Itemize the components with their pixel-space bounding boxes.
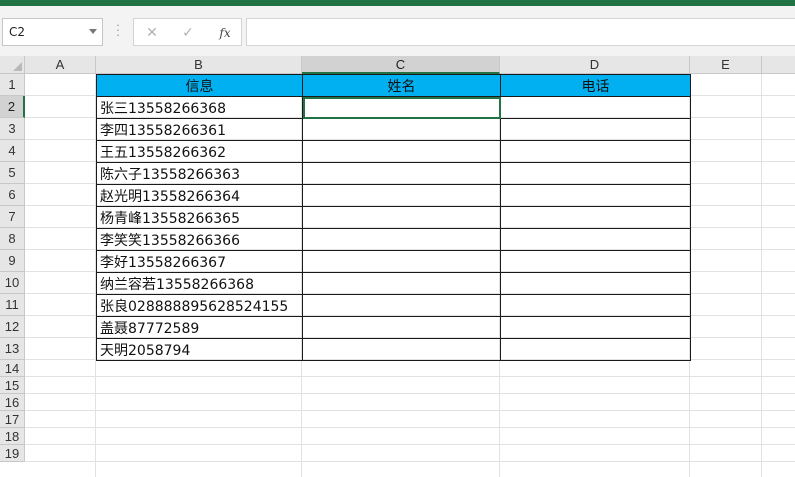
row-header-8[interactable]: 8 <box>0 228 25 250</box>
insert-function-icon[interactable]: fx <box>216 25 234 41</box>
table-row: 陈六子13558266363 <box>96 162 691 185</box>
row-header-16[interactable]: 16 <box>0 394 25 411</box>
row-header-15[interactable]: 15 <box>0 377 25 394</box>
chevron-down-icon[interactable] <box>89 29 97 34</box>
header-cell[interactable]: 信息 <box>96 74 303 97</box>
column-header-blank <box>762 56 795 74</box>
row-header-7[interactable]: 7 <box>0 206 25 228</box>
formula-buttons: ✕ ✓ fx <box>133 18 242 46</box>
row-header-19[interactable]: 19 <box>0 445 25 462</box>
row-header-9[interactable]: 9 <box>0 250 25 272</box>
select-all-icon <box>13 62 22 71</box>
row-header-17[interactable]: 17 <box>0 411 25 428</box>
table-cell[interactable] <box>500 162 691 185</box>
row-header-3[interactable]: 3 <box>0 118 25 140</box>
table-row: 纳兰容若13558266368 <box>96 272 691 295</box>
table-cell[interactable]: 王五13558266362 <box>96 140 303 163</box>
column-header-c[interactable]: C <box>302 56 500 74</box>
gridline <box>25 427 795 428</box>
gridline <box>25 376 795 377</box>
gridline <box>25 444 795 445</box>
table-cell[interactable] <box>302 118 501 141</box>
vertical-dots-icon[interactable]: · · · <box>115 20 121 41</box>
row-header-2[interactable]: 2 <box>0 96 25 118</box>
table-row: 天明2058794 <box>96 338 691 361</box>
row-header-5[interactable]: 5 <box>0 162 25 184</box>
table-cell[interactable] <box>302 184 501 207</box>
column-header-d[interactable]: D <box>500 56 690 74</box>
table-cell[interactable]: 张良028888895628524155 <box>96 294 303 317</box>
table-cell[interactable] <box>302 272 501 295</box>
column-header-b[interactable]: B <box>96 56 302 74</box>
table-cell[interactable] <box>500 184 691 207</box>
selected-cell[interactable] <box>302 96 501 119</box>
row-header-10[interactable]: 10 <box>0 272 25 294</box>
table-cell[interactable] <box>302 316 501 339</box>
gridline <box>761 74 762 477</box>
header-cell[interactable]: 姓名 <box>302 74 501 97</box>
table-cell[interactable] <box>500 140 691 163</box>
table-cell[interactable] <box>302 162 501 185</box>
spreadsheet-grid: A B C D E 1 2 3 4 5 6 7 8 9 10 11 12 13 14 15 16 17 18 19 … <box>0 56 795 477</box>
row-header-14[interactable]: 14 <box>0 360 25 377</box>
row-header-4[interactable]: 4 <box>0 140 25 162</box>
table-cell[interactable] <box>500 228 691 251</box>
row-header-18[interactable]: 18 <box>0 428 25 445</box>
row-header-11[interactable]: 11 <box>0 294 25 316</box>
table-cell[interactable] <box>302 228 501 251</box>
table-cell[interactable] <box>500 294 691 317</box>
name-box[interactable]: C2 <box>2 18 103 46</box>
table-row: 杨青峰13558266365 <box>96 206 691 229</box>
data-table: 信息 姓名 电话 张三13558266368 李四13558266361 王五135582… <box>96 74 691 361</box>
header-cell[interactable]: 电话 <box>500 74 691 97</box>
table-cell[interactable] <box>302 294 501 317</box>
formula-input[interactable] <box>246 18 795 46</box>
table-row: 张三13558266368 <box>96 96 691 119</box>
row-header-12[interactable]: 12 <box>0 316 25 338</box>
table-cell[interactable] <box>302 250 501 273</box>
table-cell[interactable]: 天明2058794 <box>96 338 303 361</box>
table-row: 张良028888895628524155 <box>96 294 691 317</box>
table-cell[interactable]: 赵光明13558266364 <box>96 184 303 207</box>
row-header-13[interactable]: 13 <box>0 338 25 360</box>
table-row: 赵光明13558266364 <box>96 184 691 207</box>
table-cell[interactable] <box>500 316 691 339</box>
table-row: 李四13558266361 <box>96 118 691 141</box>
column-header-a[interactable]: A <box>25 56 96 74</box>
table-cell[interactable] <box>500 338 691 361</box>
table-cell[interactable]: 盖聂87772589 <box>96 316 303 339</box>
table-cell[interactable] <box>500 118 691 141</box>
row-header-6[interactable]: 6 <box>0 184 25 206</box>
table-cell[interactable] <box>500 272 691 295</box>
table-header-row: 信息 姓名 电话 <box>96 74 691 97</box>
table-row: 李笑笑13558266366 <box>96 228 691 251</box>
gridline <box>25 461 795 462</box>
table-cell[interactable] <box>302 338 501 361</box>
table-row: 盖聂87772589 <box>96 316 691 339</box>
gridline <box>25 393 795 394</box>
table-cell[interactable] <box>302 206 501 229</box>
table-cell[interactable]: 陈六子13558266363 <box>96 162 303 185</box>
table-cell[interactable]: 李四13558266361 <box>96 118 303 141</box>
name-box-value: C2 <box>9 25 26 39</box>
table-row: 王五13558266362 <box>96 140 691 163</box>
table-cell[interactable]: 李好13558266367 <box>96 250 303 273</box>
table-cell[interactable]: 纳兰容若13558266368 <box>96 272 303 295</box>
select-all-corner[interactable] <box>0 56 25 74</box>
table-cell[interactable] <box>500 206 691 229</box>
table-cell[interactable]: 李笑笑13558266366 <box>96 228 303 251</box>
table-cell[interactable]: 张三13558266368 <box>96 96 303 119</box>
table-cell[interactable] <box>500 96 691 119</box>
confirm-icon[interactable]: ✓ <box>179 25 197 41</box>
table-cell[interactable]: 杨青峰13558266365 <box>96 206 303 229</box>
row-header-1[interactable]: 1 <box>0 74 25 96</box>
column-header-e[interactable]: E <box>690 56 762 74</box>
cancel-icon[interactable]: ✕ <box>143 25 161 41</box>
table-cell[interactable] <box>302 140 501 163</box>
table-cell[interactable] <box>500 250 691 273</box>
table-row: 李好13558266367 <box>96 250 691 273</box>
formula-bar: C2 · · · ✕ ✓ fx <box>0 6 795 56</box>
gridline <box>25 410 795 411</box>
